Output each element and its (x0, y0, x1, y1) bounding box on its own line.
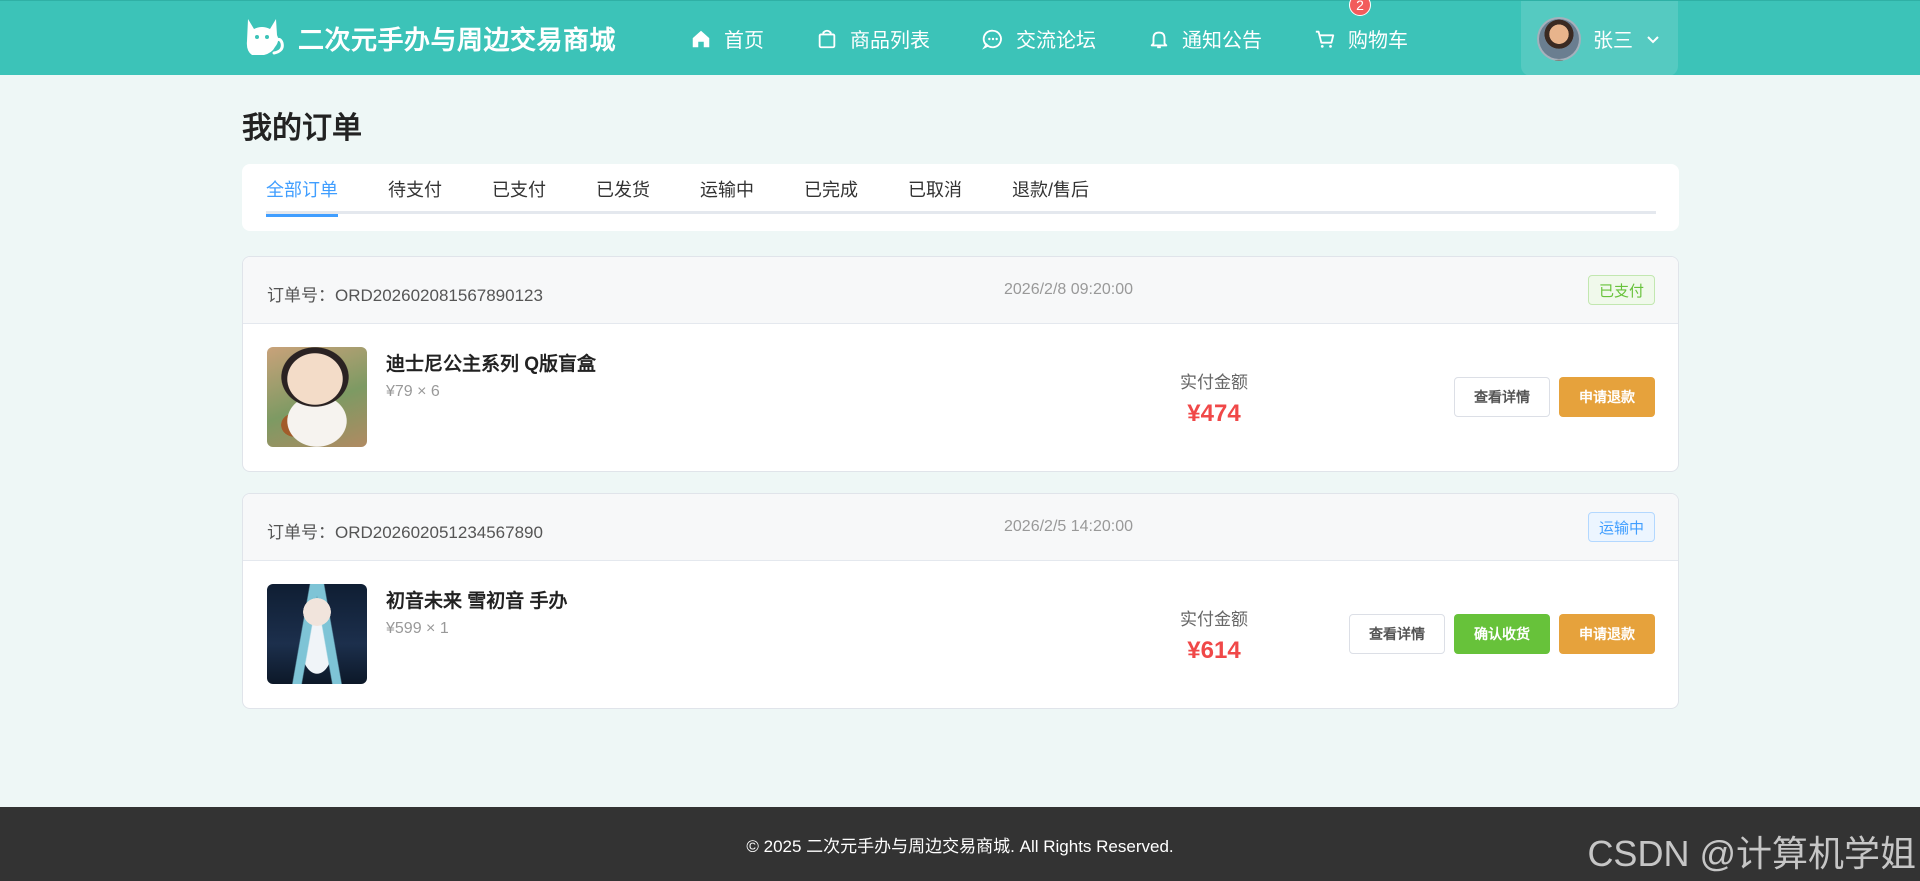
tab-pending-payment[interactable]: 待支付 (388, 164, 442, 214)
home-icon (692, 30, 710, 47)
nav-notice[interactable]: 通知公告 (1148, 24, 1262, 53)
order-body: 初音未来 雪初音 手办 ¥599 × 1 实付金额 ¥614 查看详情 确认收货… (243, 561, 1678, 708)
order-card: 订单号：ORD202602051234567890 2026/2/5 14:20… (242, 493, 1679, 709)
order-number: 订单号：ORD202602081567890123 (267, 286, 543, 305)
order-header: 订单号：ORD202602081567890123 2026/2/8 09:20… (243, 257, 1678, 324)
page-title: 我的订单 (242, 112, 362, 145)
nav-notice-label: 通知公告 (1182, 30, 1262, 52)
product-price-qty: ¥599 × 1 (386, 620, 449, 637)
order-tabs: 全部订单 待支付 已支付 已发货 运输中 已完成 已取消 退款/售后 (266, 164, 1656, 217)
paid-amount-label: 实付金额 (1180, 373, 1248, 392)
avatar (1537, 16, 1581, 61)
order-time: 2026/2/5 14:20:00 (1004, 518, 1134, 535)
tab-completed[interactable]: 已完成 (804, 164, 858, 214)
chevron-down-icon (1647, 35, 1659, 43)
chat-icon (982, 29, 1002, 50)
nav-home-label: 首页 (724, 30, 764, 52)
product-price-qty: ¥79 × 6 (386, 383, 440, 400)
username: 张三 (1593, 30, 1633, 52)
status-badge: 运输中 (1587, 512, 1655, 542)
nav-forum-label: 交流论坛 (1016, 30, 1096, 52)
watermark: CSDN @计算机学姐 (1587, 833, 1916, 874)
tab-paid[interactable]: 已支付 (492, 164, 546, 214)
request-refund-button[interactable]: 申请退款 (1559, 377, 1655, 417)
status-badge: 已支付 (1587, 275, 1655, 305)
order-number: 订单号：ORD202602051234567890 (267, 523, 543, 542)
bell-icon (1150, 31, 1168, 48)
cart-count-badge: 2 (1349, 0, 1371, 16)
nav-cart-label: 购物车 (1348, 30, 1408, 52)
cat-icon (246, 19, 284, 55)
request-refund-button[interactable]: 申请退款 (1559, 614, 1655, 654)
view-detail-button[interactable]: 查看详情 (1454, 377, 1550, 417)
tab-all-orders[interactable]: 全部订单 (266, 164, 338, 217)
paid-amount: ¥474 (1187, 400, 1241, 427)
order-tabs-card: 全部订单 待支付 已支付 已发货 运输中 已完成 已取消 退款/售后 (242, 164, 1679, 231)
bag-icon (818, 29, 836, 48)
nav-products[interactable]: 商品列表 (816, 24, 930, 53)
nav-forum[interactable]: 交流论坛 (982, 24, 1096, 53)
tab-in-transit[interactable]: 运输中 (700, 164, 754, 214)
user-menu[interactable]: 张三 (1521, 1, 1678, 76)
tab-refund[interactable]: 退款/售后 (1012, 164, 1089, 214)
paid-amount: ¥614 (1187, 637, 1241, 664)
order-time: 2026/2/8 09:20:00 (1004, 281, 1134, 298)
copyright-text: © 2025 二次元手办与周边交易商城. All Rights Reserved… (746, 836, 1174, 856)
nav-products-label: 商品列表 (850, 30, 930, 52)
product-name[interactable]: 迪士尼公主系列 Q版盲盒 (386, 349, 596, 376)
site-title: 二次元手办与周边交易商城 (298, 24, 617, 55)
main-nav: 首页 商品列表 交流论坛 通知公告 购物车 2 (690, 0, 1460, 76)
product-image[interactable] (267, 347, 367, 447)
top-navbar: 二次元手办与周边交易商城 首页 商品列表 交流论坛 通知公告 购物车 2 张三 (0, 0, 1920, 76)
confirm-receipt-button[interactable]: 确认收货 (1454, 614, 1550, 654)
tab-shipped[interactable]: 已发货 (596, 164, 650, 214)
view-detail-button[interactable]: 查看详情 (1349, 614, 1445, 654)
order-actions: 查看详情 确认收货 申请退款 (1349, 614, 1655, 654)
order-card: 订单号：ORD202602081567890123 2026/2/8 09:20… (242, 256, 1679, 472)
paid-amount-label: 实付金额 (1180, 610, 1248, 629)
nav-cart[interactable]: 购物车 2 (1314, 0, 1408, 53)
order-header: 订单号：ORD202602051234567890 2026/2/5 14:20… (243, 494, 1678, 561)
order-body: 迪士尼公主系列 Q版盲盒 ¥79 × 6 实付金额 ¥474 查看详情 申请退款 (243, 324, 1678, 471)
nav-home[interactable]: 首页 (690, 24, 764, 53)
tab-cancelled[interactable]: 已取消 (908, 164, 962, 214)
brand[interactable]: 二次元手办与周边交易商城 (242, 15, 616, 61)
order-actions: 查看详情 申请退款 (1454, 377, 1655, 417)
cart-icon (1315, 30, 1335, 48)
product-image[interactable] (267, 584, 367, 684)
product-name[interactable]: 初音未来 雪初音 手办 (386, 586, 568, 613)
